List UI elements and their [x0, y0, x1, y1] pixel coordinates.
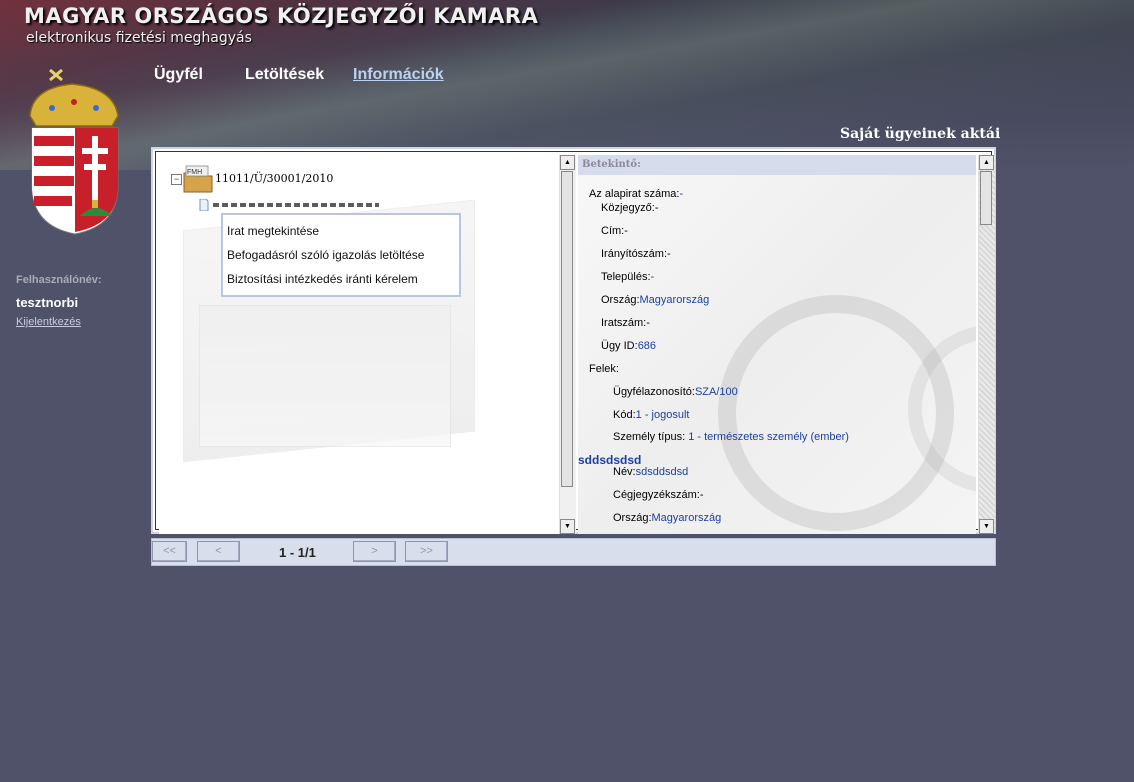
szemely-label: Személy típus: [613, 431, 686, 443]
menu-item-security-request[interactable]: Biztosítási intézkedés iránti kérelem [227, 269, 459, 293]
row-kozjegyzo: Közjegyző:- [601, 202, 658, 214]
iranyitoszam-value: - [667, 248, 671, 260]
scroll-up-icon[interactable]: ▲ [560, 155, 575, 170]
folder-watermark-inner [199, 305, 451, 447]
details-scrollbar[interactable]: ▲ ▼ [978, 155, 995, 534]
cegjegyzek-label: Cégjegyzékszám: [613, 489, 700, 501]
felek-label: Felek: [589, 363, 619, 375]
szemely-value: 1 - természetes személy (ember) [688, 431, 849, 443]
frame-border: − FMH 11011/Ü/30001/2010 Irat megtekinté… [155, 151, 995, 534]
next-page-button[interactable]: > [353, 541, 396, 562]
nev-label: Név: [613, 466, 636, 478]
cegjegyzek-value: - [699, 489, 704, 501]
kozjegyzo-label: Közjegyző: [601, 202, 655, 214]
tree-node-root[interactable]: 11011/Ü/30001/2010 [215, 172, 333, 185]
prev-page-button[interactable]: < [197, 541, 240, 562]
kod-value: 1 - jogosult [635, 409, 690, 421]
case-files-frame: − FMH 11011/Ü/30001/2010 Irat megtekinté… [151, 147, 996, 534]
ugyid-value: 686 [637, 340, 657, 352]
nav-informaciok[interactable]: Információk [353, 66, 444, 84]
fmh-folder-icon[interactable]: FMH [183, 165, 213, 193]
row-orszag: Ország:Magyarország [601, 294, 709, 306]
coat-of-arms-logo [29, 68, 119, 235]
row-telepules: Település:- [601, 271, 654, 283]
tree-node-document[interactable] [213, 203, 379, 207]
details-scroll-down-icon[interactable]: ▼ [979, 519, 994, 534]
username-value: tesztnorbi [16, 295, 79, 310]
menu-item-view-document[interactable]: Irat megtekintése [227, 221, 459, 245]
company-name: sddsdsdsd [578, 453, 642, 467]
orszag-value: Magyarország [639, 294, 710, 306]
fmh-badge-text: FMH [187, 169, 202, 176]
row-orszag2: Ország:Magyarország [613, 512, 721, 524]
tree-scroll-thumb[interactable] [561, 171, 573, 487]
section-title: Saját ügyeinek aktái [840, 126, 1001, 142]
kozjegyzo-value: - [654, 202, 659, 214]
ugyfelazonosito-label: Ügyfélazonosító: [613, 386, 695, 398]
tree-panel: − FMH 11011/Ü/30001/2010 Irat megtekinté… [159, 155, 559, 534]
crown-cross-icon [49, 68, 63, 82]
cim-value: - [624, 225, 628, 237]
row-szemely: Személy típus: 1 - természetes személy (… [613, 431, 849, 443]
iratszam-label: Iratszám: [601, 317, 647, 329]
details-header: Betekintő: [578, 155, 976, 175]
orszag2-label: Ország: [613, 512, 652, 524]
last-page-button[interactable]: >> [405, 541, 448, 562]
alapirat-label: Az alapirat száma: [589, 188, 680, 200]
ugyfelazonosito-value: SZA/100 [694, 386, 738, 398]
iranyitoszam-label: Irányítószám: [601, 248, 668, 260]
tree-scrollbar[interactable]: ▲ ▼ [559, 155, 576, 534]
ugyid-label: Ügy ID: [601, 340, 638, 352]
nav-ugyfel[interactable]: Ügyfél [154, 66, 203, 84]
telepules-label: Település: [601, 271, 651, 283]
collapse-icon[interactable]: − [171, 174, 182, 185]
iratszam-value: - [646, 317, 650, 329]
context-menu: Irat megtekintése Befogadásról szóló iga… [221, 213, 461, 297]
details-scroll-up-icon[interactable]: ▲ [979, 155, 994, 170]
nev-value: sdsddsdsd [635, 466, 689, 478]
cim-label: Cím: [601, 225, 625, 237]
row-alapirat: Az alapirat száma:- [589, 188, 683, 200]
kod-label: Kód: [613, 409, 636, 421]
scroll-down-icon[interactable]: ▼ [560, 519, 575, 534]
row-cim: Cím:- [601, 225, 628, 237]
row-kod: Kód:1 - jogosult [613, 409, 689, 421]
orszag-label: Ország: [601, 294, 640, 306]
site-title: MAGYAR ORSZÁGOS KÖZJEGYZŐI KAMARA [24, 4, 539, 28]
row-iratszam: Iratszám:- [601, 317, 650, 329]
alapirat-value: - [679, 188, 684, 200]
document-icon[interactable] [199, 199, 209, 211]
telepules-value: - [650, 271, 655, 283]
first-page-button[interactable]: << [152, 541, 187, 562]
logout-link[interactable]: Kijelentkezés [16, 316, 81, 328]
orszag2-value: Magyarország [651, 512, 722, 524]
nav-letoltesek[interactable]: Letöltések [245, 66, 324, 84]
details-panel: Betekintő: Az alapirat száma:- Közjegyző… [578, 155, 976, 534]
details-scroll-thumb[interactable] [980, 171, 992, 225]
row-iranyitoszam: Irányítószám:- [601, 248, 671, 260]
site-subtitle: elektronikus fizetési meghagyás [26, 30, 252, 46]
menu-item-download-receipt[interactable]: Befogadásról szóló igazolás letöltése [227, 245, 459, 269]
row-cegjegyzek: Cégjegyzékszám:- [613, 489, 704, 501]
row-felek: Felek: [589, 363, 619, 375]
row-ugyfelazonosito: Ügyfélazonosító:SZA/100 [613, 386, 738, 398]
page-indicator: 1 - 1/1 [279, 545, 316, 560]
username-label: Felhasználónév: [16, 274, 102, 286]
pager: << < 1 - 1/1 > >> [151, 538, 996, 566]
row-nev: Név:sdsddsdsd [613, 466, 688, 478]
row-ugyid: Ügy ID:686 [601, 340, 656, 352]
